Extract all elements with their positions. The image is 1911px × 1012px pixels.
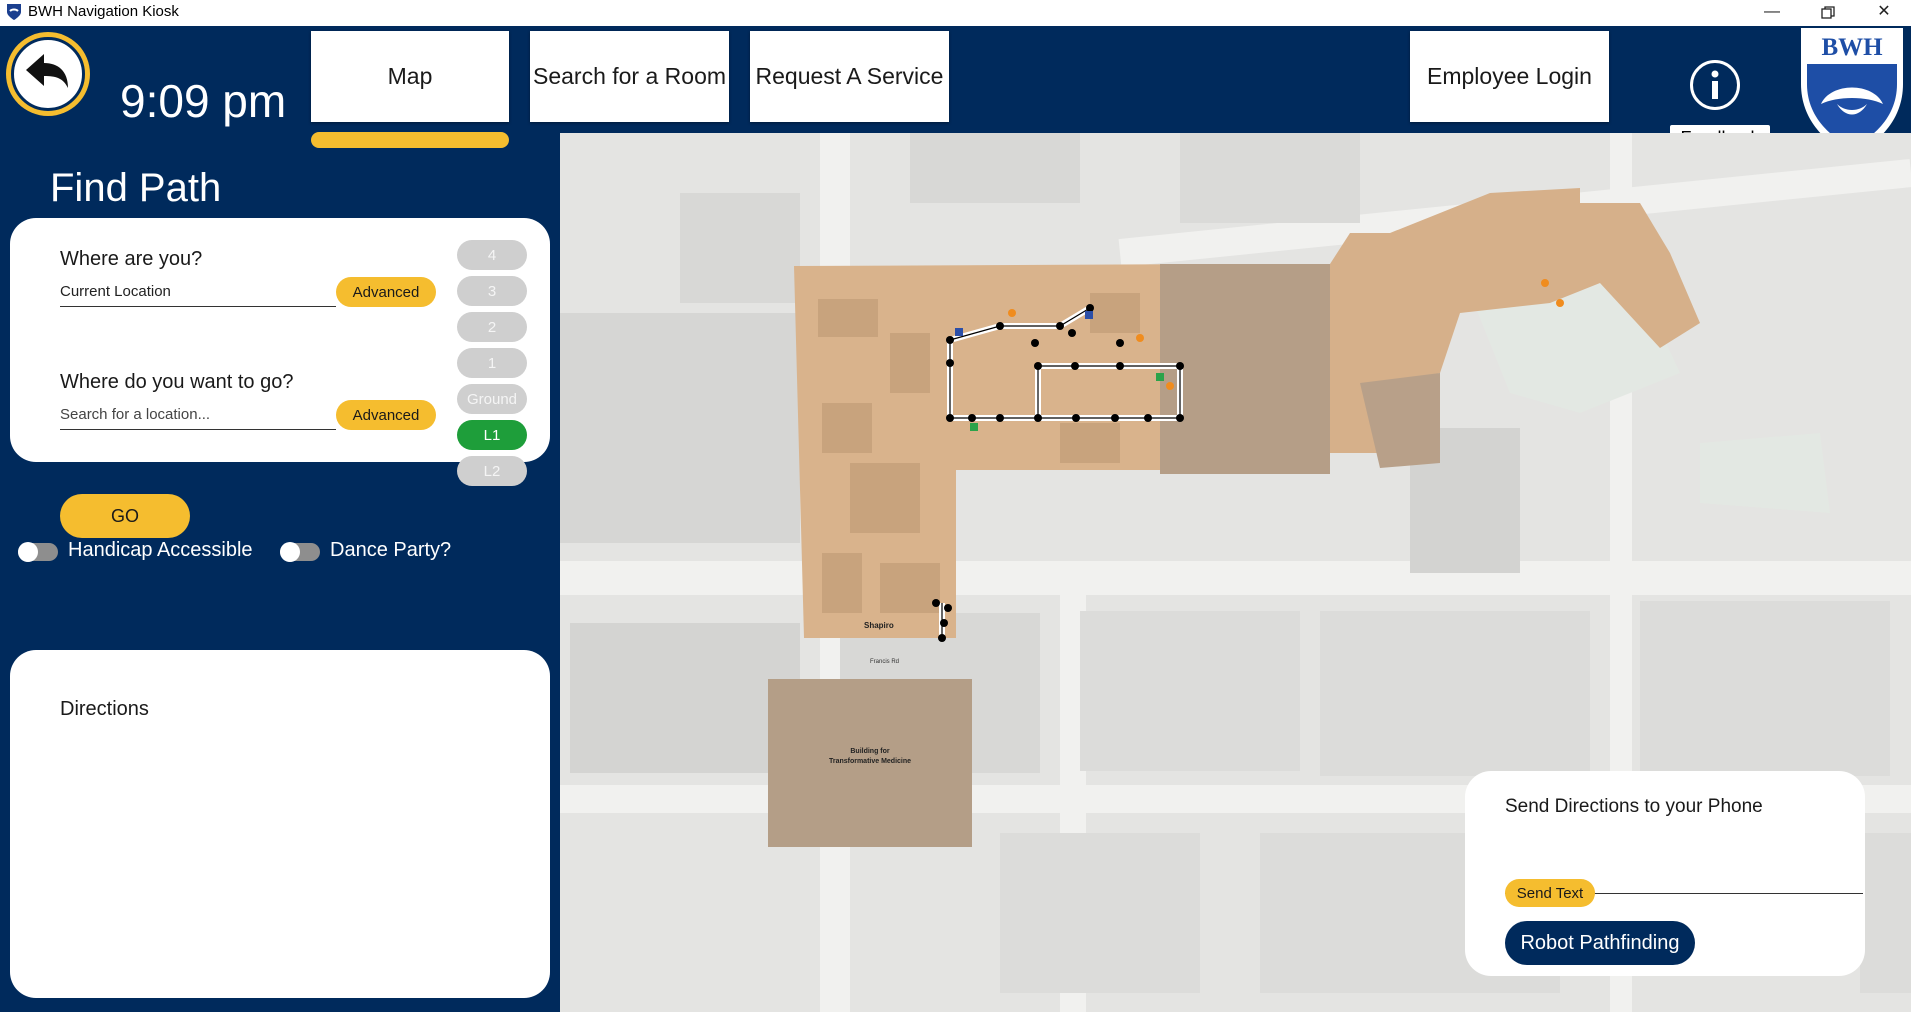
- clock: 9:09 pm: [120, 75, 287, 127]
- to-advanced-button[interactable]: Advanced: [336, 400, 436, 430]
- from-location-input[interactable]: Current Location: [60, 278, 336, 307]
- floor-button-l1[interactable]: L1: [457, 420, 527, 450]
- bwh-logo-text: BWH: [1821, 34, 1883, 61]
- nav-active-indicator: [311, 132, 509, 148]
- window-title-bar: BWH Navigation Kiosk — ✕: [0, 0, 1911, 26]
- map-label-btm-2: Transformative Medicine: [829, 758, 911, 765]
- go-button[interactable]: GO: [60, 494, 190, 538]
- info-button[interactable]: [1690, 60, 1740, 110]
- restore-icon[interactable]: [1800, 0, 1856, 26]
- toggle-knob: [18, 542, 38, 562]
- from-label: Where are you?: [60, 248, 203, 270]
- floor-button-3[interactable]: 3: [457, 276, 527, 306]
- floor-button-2[interactable]: 2: [457, 312, 527, 342]
- dance-party-label: Dance Party?: [330, 539, 452, 561]
- robot-pathfinding-button[interactable]: Robot Pathfinding: [1505, 921, 1695, 965]
- back-arrow-icon: [26, 54, 68, 88]
- window-title: BWH Navigation Kiosk: [28, 3, 179, 20]
- send-text-button[interactable]: Send Text: [1505, 879, 1595, 907]
- map-label-btm-1: Building for: [850, 748, 890, 755]
- send-directions-title: Send Directions to your Phone: [1505, 796, 1763, 817]
- map-label-shapiro: Shapiro: [864, 621, 894, 630]
- app-shield-icon: [7, 4, 21, 20]
- nav-map-button[interactable]: Map: [311, 31, 509, 122]
- toggle-knob: [280, 542, 300, 562]
- handicap-toggle[interactable]: [18, 542, 58, 562]
- nav-search-room-button[interactable]: Search for a Room: [530, 31, 729, 122]
- handicap-label: Handicap Accessible: [68, 539, 253, 561]
- close-icon[interactable]: ✕: [1856, 0, 1911, 26]
- info-icon: [1711, 70, 1719, 99]
- map-label-road: Francis Rd: [870, 659, 899, 665]
- nav-request-service-button[interactable]: Request A Service: [750, 31, 949, 122]
- floor-button-l2[interactable]: L2: [457, 456, 527, 486]
- to-label: Where do you want to go?: [60, 371, 294, 393]
- send-directions-panel: Send Directions to your Phone Send Text …: [1465, 771, 1865, 976]
- find-path-title: Find Path: [50, 166, 222, 210]
- from-advanced-button[interactable]: Advanced: [336, 277, 436, 307]
- floor-button-4[interactable]: 4: [457, 240, 527, 270]
- to-location-input[interactable]: Search for a location...: [60, 401, 336, 430]
- floor-button-1[interactable]: 1: [457, 348, 527, 378]
- back-button[interactable]: [6, 32, 90, 116]
- employee-login-button[interactable]: Employee Login: [1410, 31, 1609, 122]
- floor-button-ground[interactable]: Ground: [457, 384, 527, 414]
- dance-party-toggle[interactable]: [280, 542, 320, 562]
- directions-panel: Directions: [10, 650, 550, 998]
- directions-title: Directions: [60, 698, 149, 720]
- minimize-icon[interactable]: —: [1744, 0, 1800, 26]
